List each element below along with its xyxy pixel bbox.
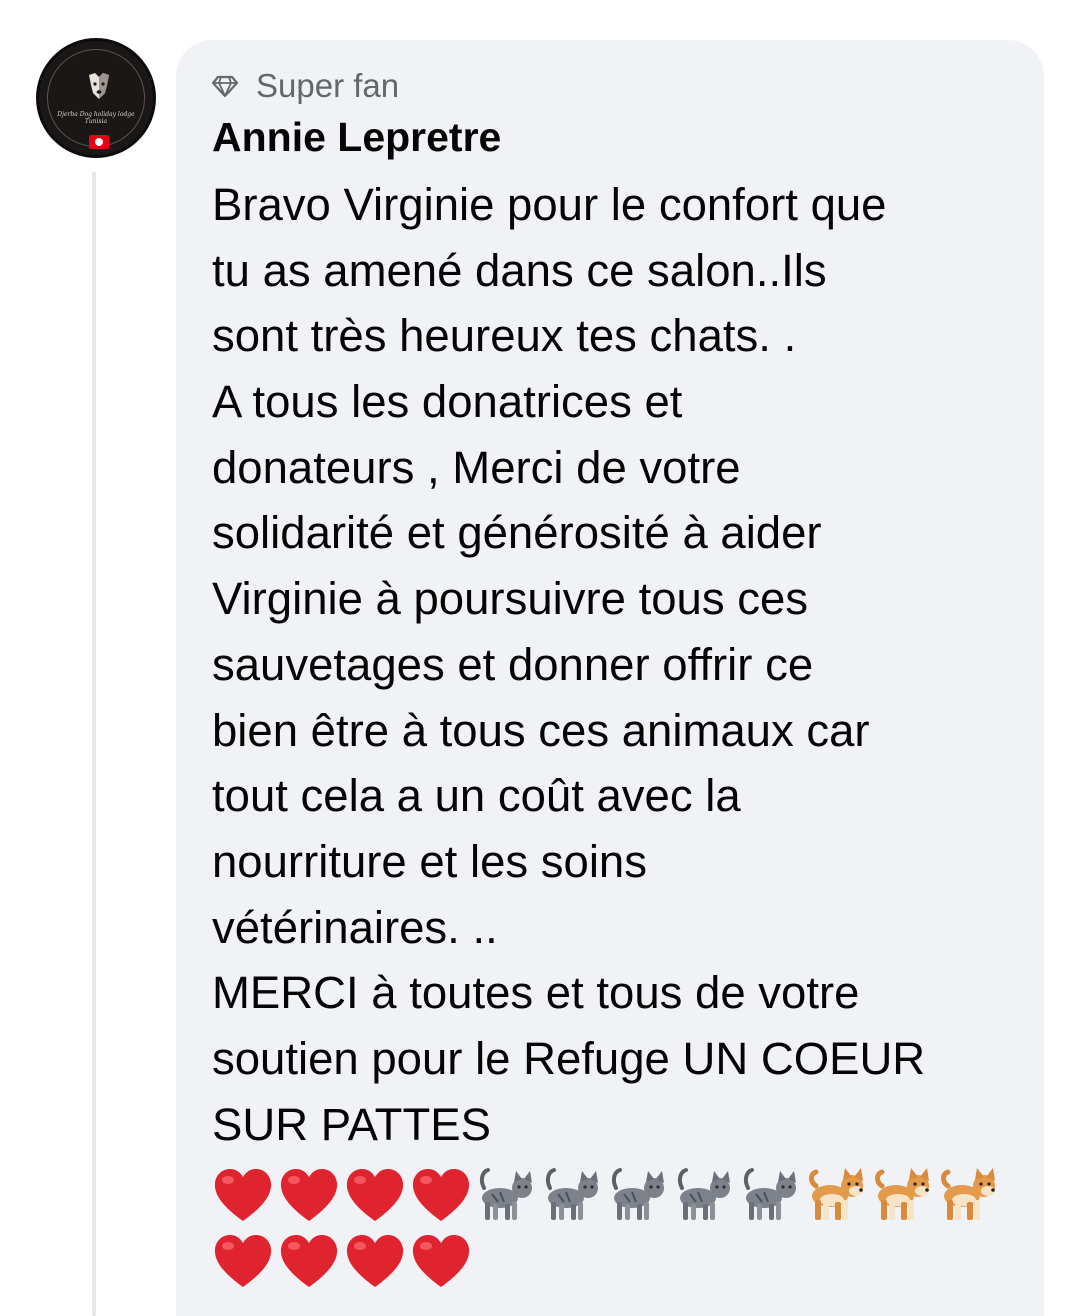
diamond-icon [212, 75, 238, 97]
heart-emoji-icon [346, 1235, 404, 1287]
comment-line: Virginie à poursuivre tous ces [212, 573, 809, 625]
dog-emoji-icon [941, 1168, 995, 1220]
comment-text: Bravo Virginie pour le confort que tu as… [212, 172, 1032, 1157]
heart-emoji-icon [412, 1169, 470, 1221]
comment-line: nourriture et les soins [212, 835, 647, 887]
comment-line: soutien pour le Refuge UN COEUR [212, 1032, 926, 1084]
dog-emoji-icon [809, 1168, 863, 1220]
comment-line: donateurs , Merci de votre [212, 441, 741, 493]
comment-line: SUR PATTES [212, 1098, 491, 1150]
heart-emoji-icon [412, 1235, 470, 1287]
author-name[interactable]: Annie Lepretre [212, 112, 501, 162]
cat-emoji-icon [545, 1168, 598, 1220]
tunisia-flag-icon [89, 135, 109, 149]
emoji-row [212, 1162, 1004, 1228]
comment-line: bien être à tous ces animaux car [212, 704, 870, 756]
heart-emoji-icon [214, 1235, 272, 1287]
comment-line: vétérinaires. .. [212, 901, 498, 953]
avatar[interactable]: Djerba Dog holiday lodge Tunisia [36, 38, 156, 158]
comment-line: tout cela a un coût avec la [212, 770, 741, 822]
cat-emoji-icon [743, 1168, 796, 1220]
dog-logo-icon [89, 73, 109, 99]
thread-line [92, 172, 96, 1316]
heart-emoji-icon [214, 1169, 272, 1221]
badge-label: Super fan [256, 67, 400, 104]
comment-line: sont très heureux tes chats. . [212, 310, 797, 362]
heart-emoji-icon [280, 1235, 338, 1287]
comment-line: solidarité et générosité à aider [212, 507, 822, 559]
comment-line: sauvetages et donner offrir ce [212, 638, 814, 690]
dog-emoji-icon [875, 1168, 929, 1220]
heart-emoji-icon [346, 1169, 404, 1221]
comment-line: Bravo Virginie pour le confort que [212, 179, 887, 230]
comment-line: MERCI à toutes et tous de votre [212, 967, 860, 1019]
cat-emoji-icon [479, 1168, 532, 1220]
super-fan-badge[interactable]: Super fan [212, 66, 399, 106]
comment-thread: Djerba Dog holiday lodge Tunisia Super f… [0, 0, 1080, 1316]
emoji-row [212, 1228, 476, 1294]
heart-emoji-icon [280, 1169, 338, 1221]
avatar-brand-text: Djerba Dog holiday lodge Tunisia [57, 111, 135, 125]
cat-emoji-icon [611, 1168, 664, 1220]
comment-line: A tous les donatrices et [212, 376, 683, 428]
cat-emoji-icon [677, 1168, 730, 1220]
comment-line: tu as amené dans ce salon..Ils [212, 244, 827, 296]
